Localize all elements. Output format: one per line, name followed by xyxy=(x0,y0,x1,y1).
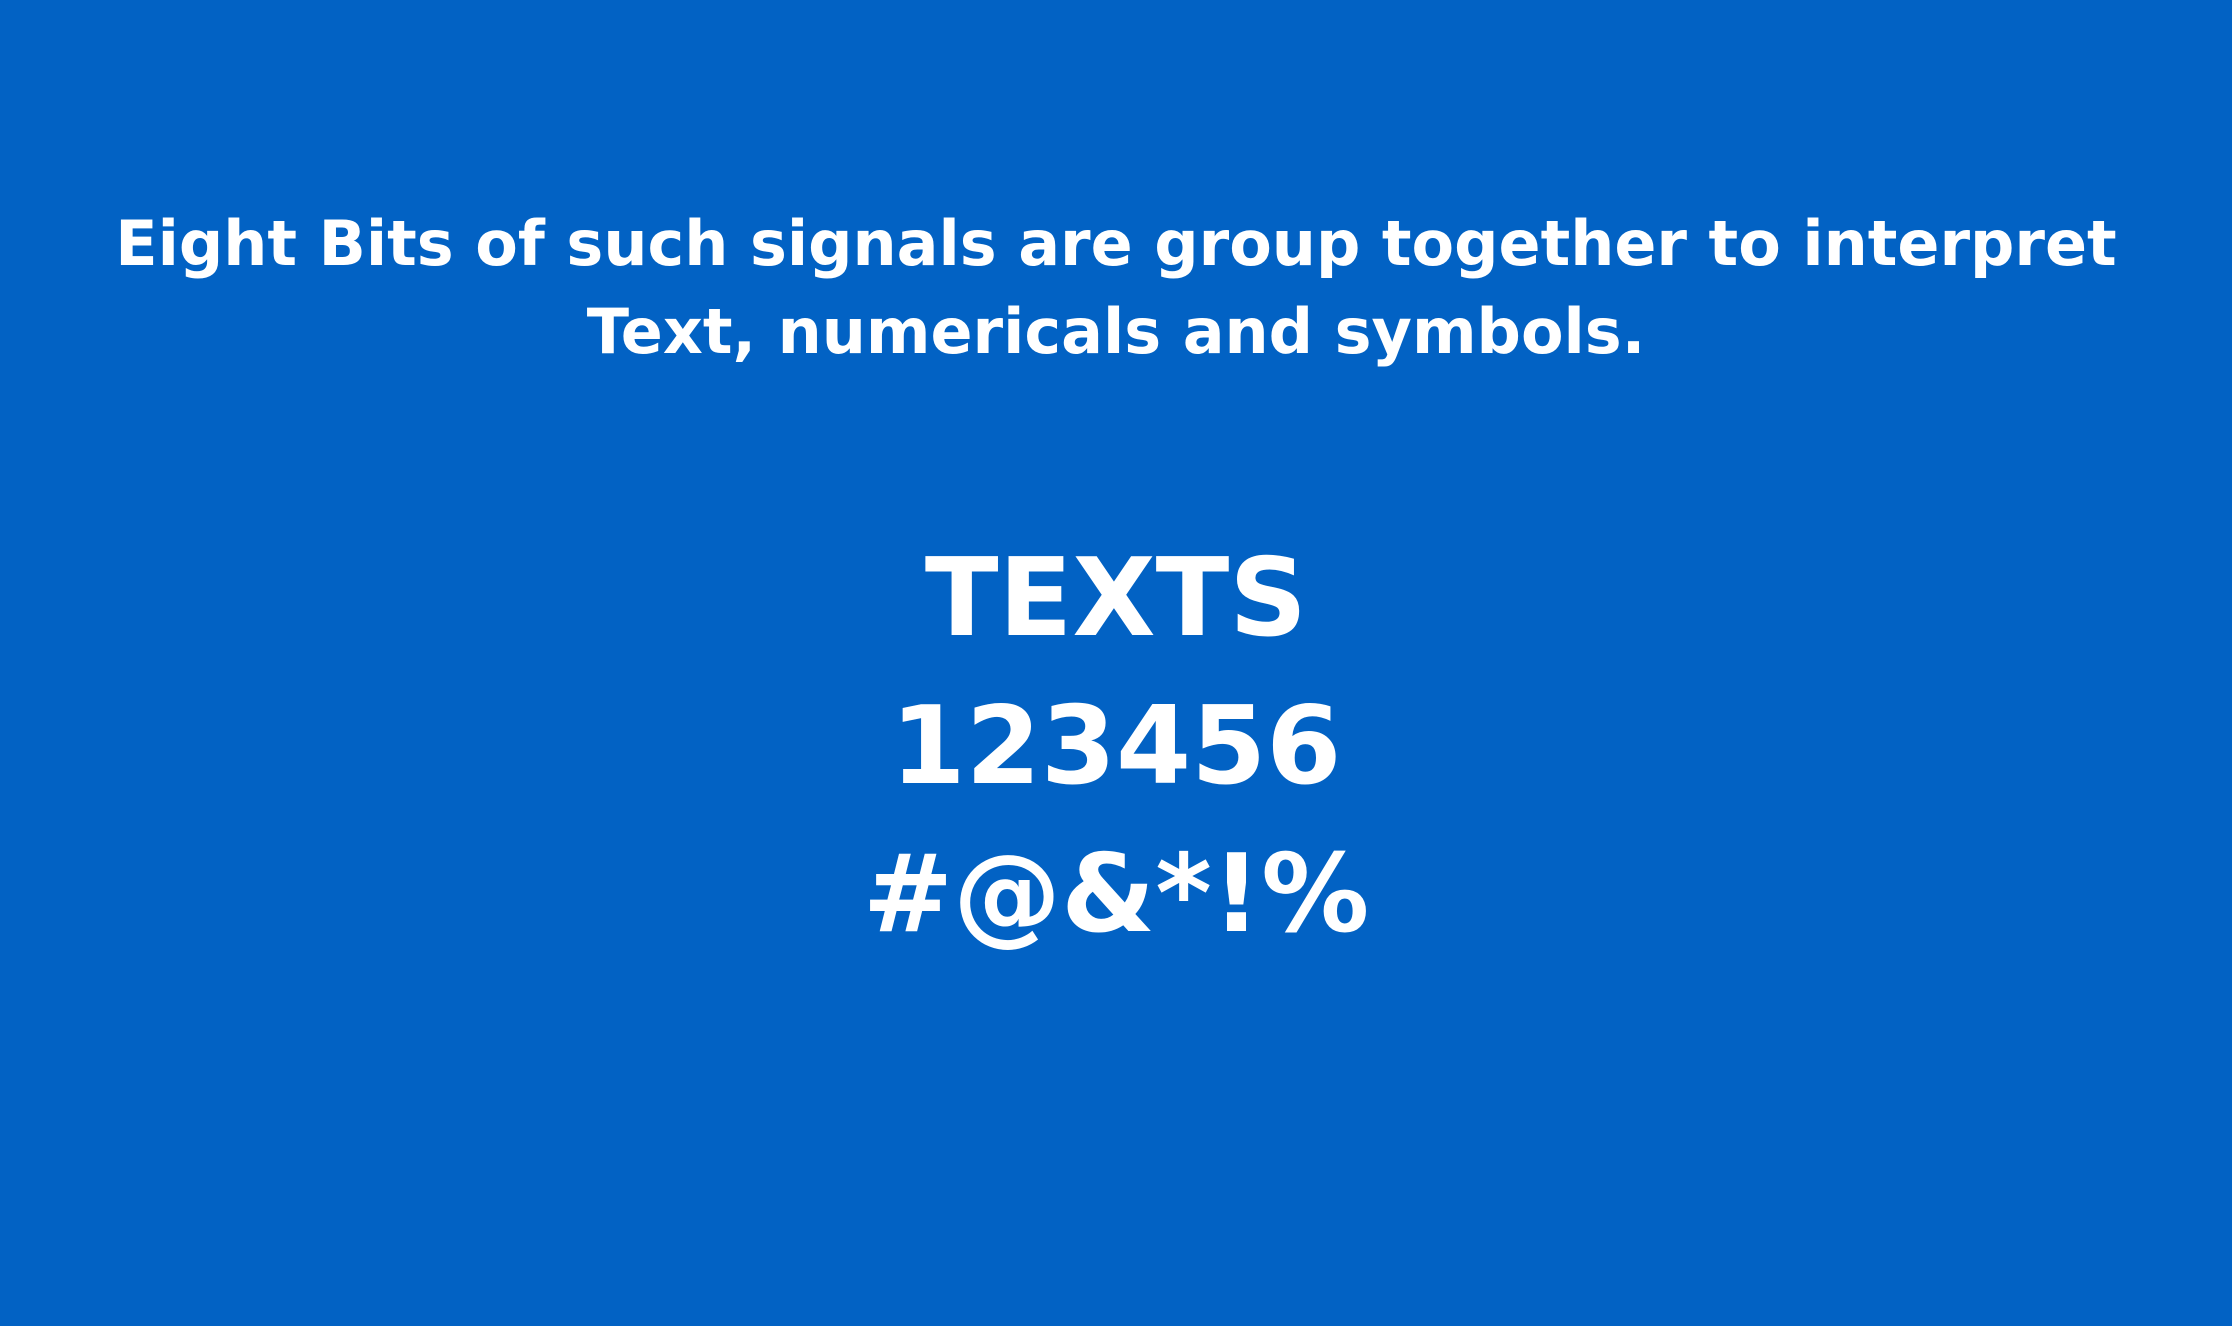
example-symbols: #@&*!% xyxy=(862,832,1370,957)
intro-line-2: Text, numericals and symbols. xyxy=(586,295,1646,368)
intro-paragraph: Eight Bits of such signals are group tog… xyxy=(0,200,2232,376)
slide: Eight Bits of such signals are group tog… xyxy=(0,0,2232,1326)
example-texts: TEXTS xyxy=(924,536,1308,661)
examples-block: TEXTS 123456 #@&*!% xyxy=(0,525,2232,969)
example-numbers: 123456 xyxy=(890,684,1342,809)
intro-line-1: Eight Bits of such signals are group tog… xyxy=(115,207,2117,280)
